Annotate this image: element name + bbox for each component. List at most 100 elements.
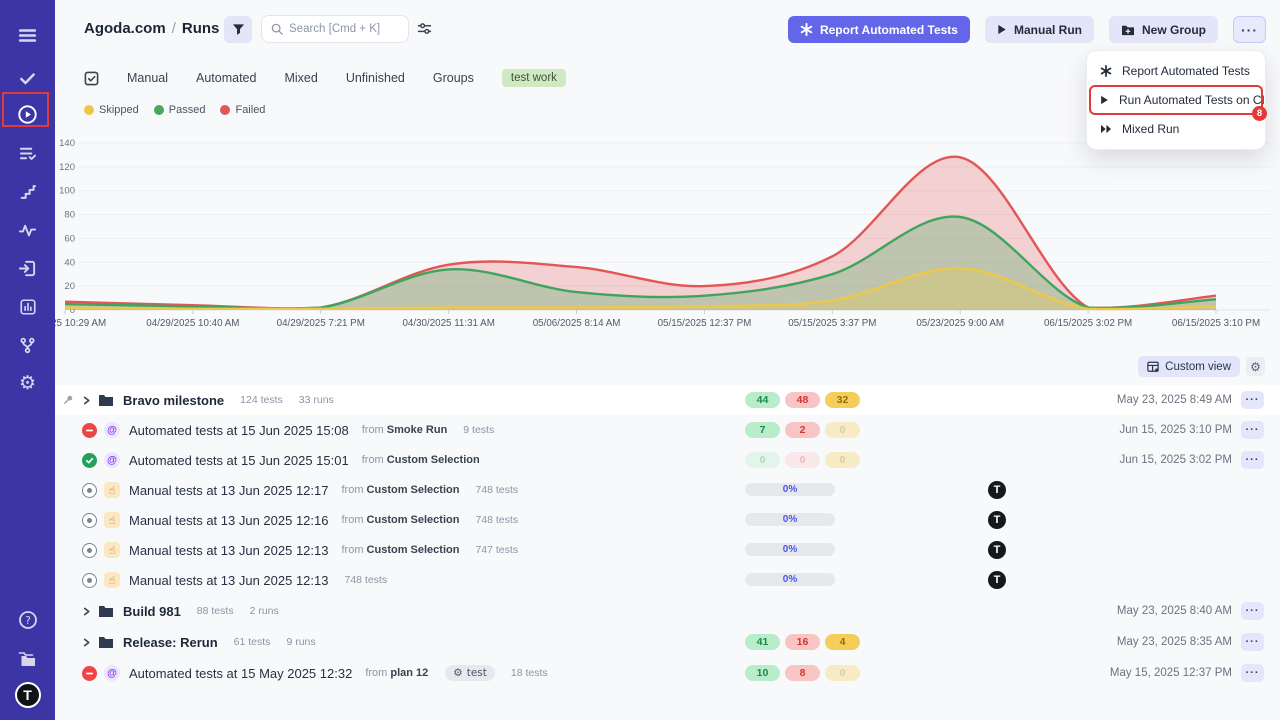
tab-unfinished[interactable]: Unfinished	[346, 71, 405, 85]
sidebar-item-help[interactable]: ?	[0, 603, 55, 637]
row-more-button[interactable]: ···	[1241, 602, 1264, 620]
failed-count-badge: 0	[785, 452, 820, 468]
legend-item-failed[interactable]: Failed	[220, 104, 265, 116]
assignee-avatar[interactable]: T	[988, 571, 1006, 589]
manual-run-icon: ☝	[104, 542, 120, 558]
chevron-right-icon[interactable]	[82, 396, 91, 405]
run-tag-badge[interactable]: ⚙test	[445, 665, 495, 681]
run-title[interactable]: Build 981	[123, 604, 181, 619]
menu-item-run-automated-tests-on-ci[interactable]: Run Automated Tests on CI8	[1091, 87, 1261, 113]
run-meta: 9 tests	[463, 424, 494, 436]
report-automated-tests-button[interactable]: Report Automated Tests	[788, 16, 970, 43]
sidebar-item-reports[interactable]	[0, 290, 55, 324]
run-title[interactable]: Manual tests at 13 Jun 2025 12:13	[129, 543, 328, 558]
run-title[interactable]: Manual tests at 13 Jun 2025 12:16	[129, 513, 328, 528]
skipped-count-badge: 0	[825, 452, 860, 468]
run-title[interactable]: Bravo milestone	[123, 393, 224, 408]
table-view-icon	[1147, 361, 1159, 373]
run-source: from Smoke Run	[362, 424, 448, 436]
run-row[interactable]: @Automated tests at 15 Jun 2025 15:01fro…	[55, 445, 1280, 475]
run-title[interactable]: Automated tests at 15 May 2025 12:32	[129, 666, 352, 681]
run-source: from Custom Selection	[362, 454, 480, 466]
sidebar-item-tasks[interactable]	[0, 61, 55, 95]
account-avatar: T	[15, 682, 41, 708]
assignee-avatar[interactable]: T	[988, 511, 1006, 529]
sidebar-item-settings[interactable]: ⚙	[0, 366, 55, 400]
row-more-button[interactable]: ···	[1241, 421, 1264, 439]
tag-filter-badge[interactable]: test work	[502, 69, 566, 87]
row-more-button[interactable]: ···	[1241, 451, 1264, 469]
run-title[interactable]: Manual tests at 13 Jun 2025 12:13	[129, 573, 328, 588]
pin-icon[interactable]	[63, 392, 74, 410]
menu-item-report-automated-tests[interactable]: Report Automated Tests	[1087, 58, 1265, 84]
folder-icon	[98, 636, 114, 649]
progress-bar: 0%	[745, 543, 835, 556]
run-row[interactable]: ☝Manual tests at 13 Jun 2025 12:16from C…	[55, 505, 1280, 535]
filter-button[interactable]	[224, 16, 252, 43]
run-row[interactable]: ☝Manual tests at 13 Jun 2025 12:17from C…	[55, 475, 1280, 505]
sidebar-item-branches[interactable]	[0, 328, 55, 362]
chevron-right-icon[interactable]	[82, 638, 91, 647]
sidebar-item-projects[interactable]	[0, 642, 55, 676]
runs-area-chart: 140120100806040200/29/2025 10:29 AM04/29…	[55, 124, 1280, 336]
run-row[interactable]: ☝Manual tests at 13 Jun 2025 12:13748 te…	[55, 565, 1280, 595]
result-badges: 1080	[745, 665, 860, 681]
svg-text:/29/2025 10:29 AM: /29/2025 10:29 AM	[55, 318, 106, 329]
more-actions-menu: Report Automated Tests Run Automated Test…	[1086, 50, 1266, 150]
import-icon	[18, 259, 37, 278]
assignee-avatar[interactable]: T	[988, 481, 1006, 499]
legend-item-skipped[interactable]: Skipped	[84, 104, 139, 116]
view-settings-gear-icon[interactable]: ⚙	[1246, 357, 1265, 376]
progress-value: 0%	[783, 514, 797, 525]
sidebar-item-analytics[interactable]	[0, 213, 55, 247]
sidebar-item-steps[interactable]	[0, 175, 55, 209]
run-source: from plan 12	[365, 667, 428, 679]
run-title[interactable]: Manual tests at 13 Jun 2025 12:17	[129, 483, 328, 498]
row-more-button[interactable]: ···	[1241, 664, 1264, 682]
sidebar-item-import[interactable]	[0, 251, 55, 285]
run-row[interactable]: @Automated tests at 15 May 2025 12:32fro…	[55, 658, 1280, 688]
passed-count-badge: 44	[745, 392, 780, 408]
status-pending-icon	[82, 513, 97, 528]
menu-item-mixed-run[interactable]: Mixed Run	[1087, 116, 1265, 142]
chevron-right-icon[interactable]	[82, 607, 91, 616]
row-more-button[interactable]: ···	[1241, 633, 1264, 651]
manual-run-icon: ☝	[104, 482, 120, 498]
adjustments-icon[interactable]	[417, 21, 432, 41]
run-meta: 124 tests	[240, 394, 283, 406]
assignee-avatar[interactable]: T	[988, 541, 1006, 559]
tab-groups[interactable]: Groups	[433, 71, 474, 85]
search-box[interactable]	[261, 15, 409, 43]
breadcrumb-project[interactable]: Agoda.com	[84, 20, 166, 37]
run-title[interactable]: Automated tests at 15 Jun 2025 15:08	[129, 423, 349, 438]
sidebar-item-checklist[interactable]	[0, 136, 55, 170]
select-runs-icon[interactable]	[84, 71, 99, 86]
run-title[interactable]: Release: Rerun	[123, 635, 218, 650]
legend-item-passed[interactable]: Passed	[154, 104, 206, 116]
status-failed-icon	[82, 666, 97, 681]
tab-automated[interactable]: Automated	[196, 71, 256, 85]
custom-view-button[interactable]: Custom view	[1138, 356, 1240, 377]
row-more-button[interactable]: ···	[1241, 391, 1264, 409]
new-group-button[interactable]: New Group	[1109, 16, 1218, 43]
search-input[interactable]	[289, 23, 399, 35]
group-row[interactable]: Release: Rerun61 tests9 runs41164May 23,…	[55, 627, 1280, 657]
svg-text:?: ?	[25, 615, 31, 627]
run-row[interactable]: @Automated tests at 15 Jun 2025 15:08fro…	[55, 415, 1280, 445]
play-icon	[997, 24, 1007, 35]
run-source: from Custom Selection	[341, 514, 459, 526]
tab-mixed[interactable]: Mixed	[284, 71, 317, 85]
svg-text:05/15/2025 12:37 PM: 05/15/2025 12:37 PM	[658, 318, 752, 329]
run-row[interactable]: ☝Manual tests at 13 Jun 2025 12:13from C…	[55, 535, 1280, 565]
sidebar-item-account[interactable]: T	[0, 678, 55, 712]
passed-count-badge: 0	[745, 452, 780, 468]
search-icon	[271, 23, 283, 35]
tab-manual[interactable]: Manual	[127, 71, 168, 85]
svg-text:100: 100	[59, 186, 75, 197]
more-actions-button[interactable]: ···	[1233, 16, 1266, 43]
group-row[interactable]: Build 98188 tests2 runsMay 23, 2025 8:40…	[55, 596, 1280, 626]
group-row[interactable]: Bravo milestone124 tests33 runs444832May…	[55, 385, 1280, 415]
sidebar-item-menu[interactable]	[0, 18, 55, 52]
run-title[interactable]: Automated tests at 15 Jun 2025 15:01	[129, 453, 349, 468]
manual-run-button[interactable]: Manual Run	[985, 16, 1094, 43]
